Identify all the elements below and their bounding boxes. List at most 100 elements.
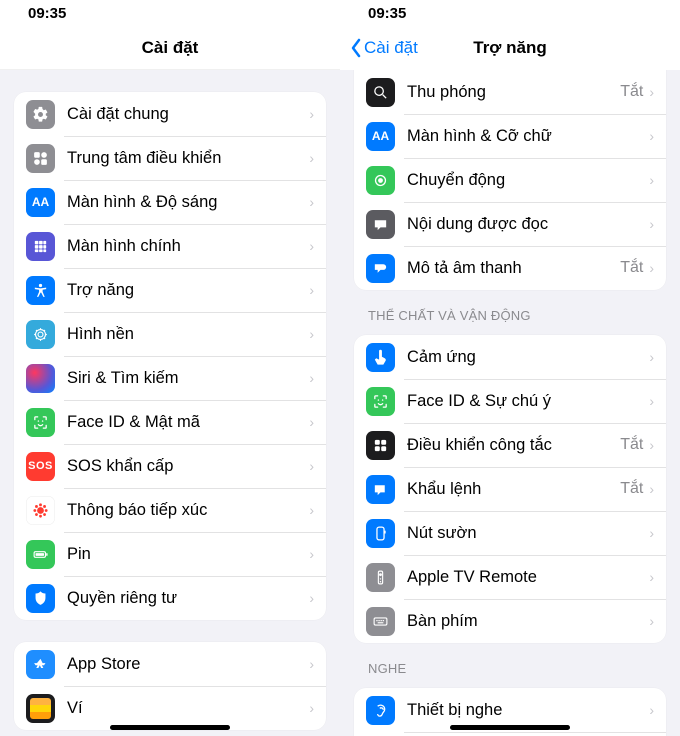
physical-group: Cảm ứng › Face ID & Sự chú ý › Điều khiể… [354, 335, 666, 643]
chevron-right-icon: › [649, 702, 654, 718]
row-battery[interactable]: Pin › [14, 532, 326, 576]
settings-group-main: Cài đặt chung › Trung tâm điều khiển › A… [14, 92, 326, 620]
row-label: Cài đặt chung [67, 105, 309, 123]
row-switch-control[interactable]: Điều khiển công tắc Tắt › [354, 423, 666, 467]
settings-scroll[interactable]: Cài đặt chung › Trung tâm điều khiển › A… [0, 70, 340, 736]
chevron-right-icon: › [309, 656, 314, 672]
row-atv-remote[interactable]: Apple TV Remote › [354, 555, 666, 599]
row-face-attention[interactable]: Face ID & Sự chú ý › [354, 379, 666, 423]
row-label: Bàn phím [407, 612, 649, 630]
row-value: Tắt [620, 436, 643, 454]
row-label: Màn hình chính [67, 237, 309, 255]
row-appstore[interactable]: App Store › [14, 642, 326, 686]
back-button[interactable]: Cài đặt [346, 26, 422, 70]
text-size-icon: AA [366, 122, 395, 151]
row-label: Face ID & Mật mã [67, 413, 309, 431]
page-title: Trợ năng [473, 38, 546, 58]
row-spoken[interactable]: Nội dung được đọc › [354, 202, 666, 246]
row-privacy[interactable]: Quyền riêng tư › [14, 576, 326, 620]
accessibility-scroll[interactable]: Thu phóng Tắt › AA Màn hình & Cỡ chữ › C… [340, 70, 680, 736]
row-wallpaper[interactable]: Hình nền › [14, 312, 326, 356]
row-display[interactable]: AA Màn hình & Độ sáng › [14, 180, 326, 224]
chevron-right-icon: › [309, 238, 314, 254]
face-attention-icon [366, 387, 395, 416]
status-icons [650, 5, 658, 22]
chevron-right-icon: › [649, 393, 654, 409]
row-label: Pin [67, 545, 309, 563]
row-label: Trợ năng [67, 281, 309, 299]
left-screen: 09:35 Cài đặt Cài đặt chung › Trung tâm … [0, 0, 340, 736]
row-label: Cảm ứng [407, 348, 649, 366]
row-audiodesc[interactable]: Mô tả âm thanh Tắt › [354, 246, 666, 290]
accessibility-icon [26, 276, 55, 305]
row-general[interactable]: Cài đặt chung › [14, 92, 326, 136]
chevron-right-icon: › [309, 502, 314, 518]
home-screen-icon [26, 232, 55, 261]
appstore-icon [26, 650, 55, 679]
row-zoom[interactable]: Thu phóng Tắt › [354, 70, 666, 114]
sos-icon: SOS [26, 452, 55, 481]
row-keyboard[interactable]: Bàn phím › [354, 599, 666, 643]
row-label: Face ID & Sự chú ý [407, 392, 649, 410]
row-control-center[interactable]: Trung tâm điều khiển › [14, 136, 326, 180]
row-value: Tắt [620, 83, 643, 101]
row-label: SOS khẩn cấp [67, 457, 309, 475]
row-label: Quyền riêng tư [67, 589, 309, 607]
row-label: Nội dung được đọc [407, 215, 649, 233]
settings-group-apps: App Store › Ví › [14, 642, 326, 730]
row-text-size[interactable]: AA Màn hình & Cỡ chữ › [354, 114, 666, 158]
row-voice-control[interactable]: Khẩu lệnh Tắt › [354, 467, 666, 511]
chevron-right-icon: › [649, 613, 654, 629]
chevron-right-icon: › [309, 414, 314, 430]
row-label: Mô tả âm thanh [407, 259, 620, 277]
row-home-screen[interactable]: Màn hình chính › [14, 224, 326, 268]
ear-icon [366, 696, 395, 725]
row-faceid[interactable]: Face ID & Mật mã › [14, 400, 326, 444]
nav-bar: Cài đặt Trợ năng [340, 26, 680, 70]
back-label: Cài đặt [364, 38, 418, 58]
row-label: Nút sườn [407, 524, 649, 542]
chevron-right-icon: › [649, 84, 654, 100]
chevron-right-icon: › [309, 370, 314, 386]
row-wallet[interactable]: Ví › [14, 686, 326, 730]
home-indicator [110, 725, 230, 730]
chevron-left-icon [350, 38, 362, 58]
chevron-right-icon: › [309, 194, 314, 210]
battery-icon [26, 540, 55, 569]
side-button-icon [366, 519, 395, 548]
wallet-icon [26, 694, 55, 723]
row-exposure[interactable]: Thông báo tiếp xúc › [14, 488, 326, 532]
atv-remote-icon [366, 563, 395, 592]
status-time: 09:35 [368, 5, 406, 22]
row-label: Apple TV Remote [407, 568, 649, 586]
row-side-button[interactable]: Nút sườn › [354, 511, 666, 555]
row-touch[interactable]: Cảm ứng › [354, 335, 666, 379]
row-label: Chuyển động [407, 171, 649, 189]
row-label: Điều khiển công tắc [407, 436, 620, 454]
hearing-header: NGHE [354, 643, 666, 682]
row-label: Màn hình & Cỡ chữ [407, 127, 649, 145]
chevron-right-icon: › [649, 172, 654, 188]
chevron-right-icon: › [649, 481, 654, 497]
row-motion[interactable]: Chuyển động › [354, 158, 666, 202]
row-label: Hình nền [67, 325, 309, 343]
vision-group: Thu phóng Tắt › AA Màn hình & Cỡ chữ › C… [354, 70, 666, 290]
zoom-icon [366, 78, 395, 107]
status-bar: 09:35 [340, 0, 680, 26]
chevron-right-icon: › [309, 458, 314, 474]
row-siri[interactable]: Siri & Tìm kiếm › [14, 356, 326, 400]
motion-icon [366, 166, 395, 195]
switch-control-icon [366, 431, 395, 460]
audio-desc-icon [366, 254, 395, 283]
status-bar: 09:35 [0, 0, 340, 26]
physical-header: THỂ CHẤT VÀ VẬN ĐỘNG [354, 290, 666, 329]
chevron-right-icon: › [649, 128, 654, 144]
row-accessibility[interactable]: Trợ năng › [14, 268, 326, 312]
privacy-icon [26, 584, 55, 613]
chevron-right-icon: › [309, 282, 314, 298]
row-value: Tắt [620, 259, 643, 277]
row-sound-recognition[interactable]: Nhận biết âm thanh Tắt › [354, 732, 666, 736]
row-sos[interactable]: SOS SOS khẩn cấp › [14, 444, 326, 488]
nav-bar: Cài đặt [0, 26, 340, 70]
chevron-right-icon: › [309, 326, 314, 342]
